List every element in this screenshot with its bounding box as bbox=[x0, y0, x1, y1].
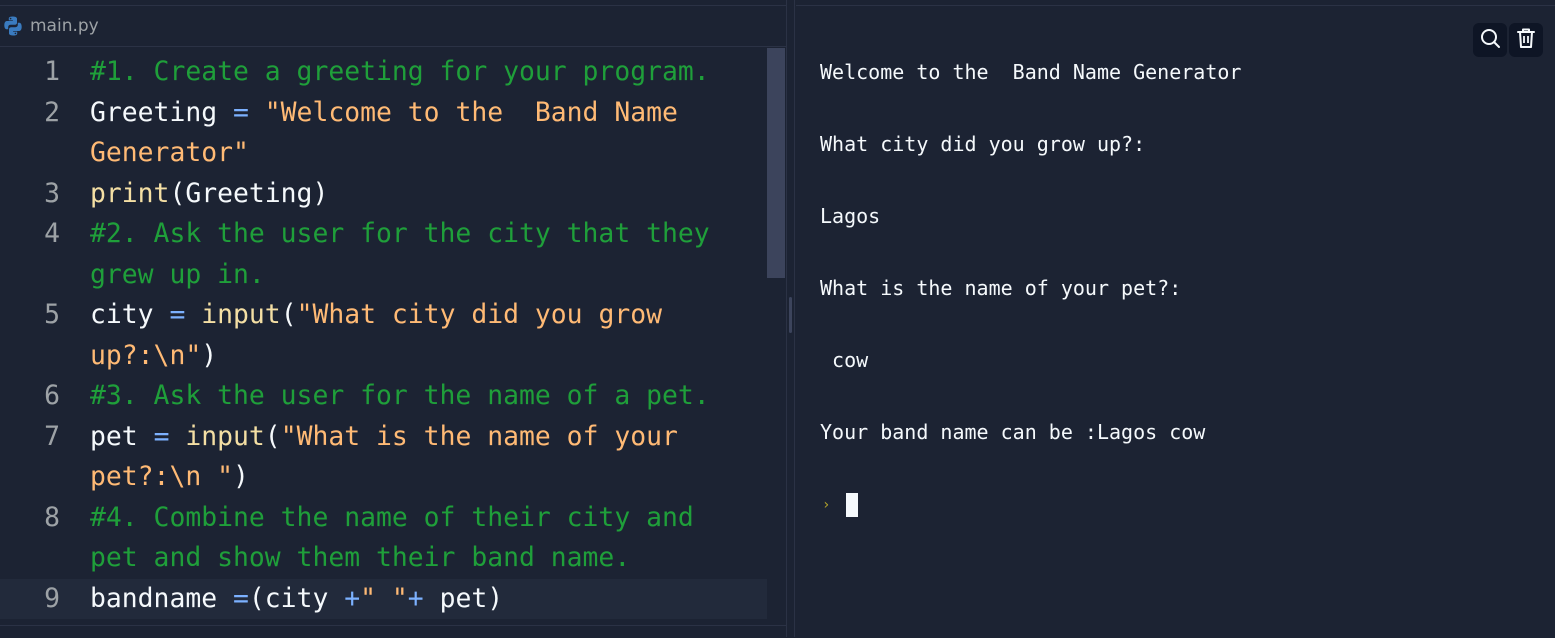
editor-vertical-scrollbar-thumb[interactable] bbox=[767, 48, 785, 278]
code-text[interactable]: #2. Ask the user for the city that they … bbox=[90, 214, 750, 295]
code-token: bandname bbox=[90, 582, 233, 614]
line-number: 3 bbox=[44, 177, 60, 209]
code-text[interactable]: bandname =(city +" "+ pet) bbox=[90, 579, 750, 620]
code-token: city bbox=[90, 299, 170, 330]
code-token: #2. Ask the user for the city that they … bbox=[90, 218, 726, 290]
code-line[interactable]: 8 #4. Combine the name of their city and … bbox=[0, 498, 767, 579]
code-text[interactable]: #1. Create a greeting for your program. bbox=[90, 52, 750, 93]
code-line[interactable]: 4 #2. Ask the user for the city that they… bbox=[0, 214, 767, 295]
code-token: = bbox=[169, 299, 186, 330]
code-text[interactable]: city = input("What city did you grow up?… bbox=[90, 295, 750, 376]
code-token: + bbox=[407, 582, 424, 614]
code-line[interactable]: 9 bandname =(city +" "+ pet) bbox=[0, 578, 767, 620]
code-token: = bbox=[233, 96, 249, 128]
search-icon bbox=[1479, 27, 1501, 53]
code-line[interactable]: 7 pet = input("What is the name of your p… bbox=[0, 417, 767, 498]
console-line: What city did you grow up?: bbox=[820, 132, 1146, 156]
code-editor-pane[interactable]: main.py 1 #1. Create a greeting for your … bbox=[0, 0, 786, 638]
console-line: Your band name can be :Lagos cow bbox=[820, 420, 1206, 444]
line-number: 9 bbox=[44, 582, 60, 614]
python-file-icon bbox=[2, 15, 24, 37]
code-token: = bbox=[233, 582, 249, 614]
code-token: ) bbox=[201, 339, 218, 371]
console-pane[interactable]: Welcome to the Band Name Generator What … bbox=[796, 0, 1555, 637]
editor-tab-bar: main.py bbox=[0, 6, 786, 47]
pane-resize-handle[interactable] bbox=[789, 297, 792, 333]
code-token: ) bbox=[233, 461, 249, 492]
code-token: Greeting bbox=[90, 96, 233, 128]
console-toolbar bbox=[1473, 23, 1543, 57]
console-search-button[interactable] bbox=[1473, 23, 1507, 57]
console-line: cow bbox=[820, 348, 869, 372]
code-line[interactable]: 1 #1. Create a greeting for your program. bbox=[0, 52, 767, 93]
console-prompt[interactable]: › bbox=[820, 492, 1460, 518]
code-token: pet bbox=[90, 420, 154, 452]
console-line: What is the name of your pet?: bbox=[820, 276, 1182, 300]
code-token: pet) bbox=[423, 582, 504, 614]
code-token: ( bbox=[264, 420, 281, 452]
console-clear-button[interactable] bbox=[1509, 23, 1543, 57]
code-text[interactable]: Greeting = "Welcome to the Band Name Gen… bbox=[90, 93, 750, 174]
code-token: #4. Combine the name of their city and p… bbox=[90, 501, 710, 574]
code-token: + bbox=[344, 582, 361, 614]
code-text[interactable]: #3. Ask the user for the name of a pet. bbox=[90, 376, 750, 417]
code-token: input bbox=[185, 420, 265, 452]
console-output: Welcome to the Band Name Generator What … bbox=[820, 12, 1460, 566]
line-number: 1 bbox=[44, 56, 60, 87]
code-token: print bbox=[90, 177, 170, 209]
code-token: input bbox=[201, 299, 281, 330]
code-text[interactable]: pet = input("What is the name of your pe… bbox=[90, 417, 750, 498]
code-token: " " bbox=[360, 582, 408, 614]
code-token: #1. Create a greeting for your program. bbox=[90, 56, 710, 87]
code-line[interactable]: 6 #3. Ask the user for the name of a pet. bbox=[0, 376, 767, 417]
code-token: #3. Ask the user for the name of a pet. bbox=[90, 380, 710, 411]
code-line[interactable]: 2 Greeting = "Welcome to the Band Name Ge… bbox=[0, 93, 767, 174]
code-token: = bbox=[153, 420, 170, 452]
tab-label: main.py bbox=[30, 16, 99, 36]
code-token: (Greeting) bbox=[169, 177, 329, 209]
line-number: 6 bbox=[44, 380, 60, 411]
code-token: (city bbox=[248, 582, 345, 614]
line-number: 8 bbox=[44, 501, 60, 533]
line-number: 4 bbox=[44, 218, 60, 249]
code-text[interactable]: #4. Combine the name of their city and p… bbox=[90, 498, 750, 579]
code-text[interactable]: print(Greeting) bbox=[90, 174, 750, 215]
line-number: 5 bbox=[44, 299, 60, 330]
code-area[interactable]: 1 #1. Create a greeting for your program.… bbox=[0, 52, 767, 637]
text-cursor bbox=[846, 493, 858, 517]
code-line[interactable]: 3 print(Greeting) bbox=[0, 174, 767, 215]
editor-horizontal-scrollbar[interactable] bbox=[0, 625, 786, 638]
code-token: ( bbox=[280, 299, 297, 330]
console-line: Welcome to the Band Name Generator bbox=[820, 60, 1242, 84]
console-line: Lagos bbox=[820, 204, 881, 228]
trash-icon bbox=[1516, 27, 1536, 53]
line-number: 7 bbox=[44, 420, 60, 452]
code-line[interactable]: 5 city = input("What city did you grow up… bbox=[0, 295, 767, 376]
line-number: 2 bbox=[44, 96, 60, 128]
prompt-arrow-icon: › bbox=[822, 497, 831, 513]
console-top-border bbox=[796, 5, 1555, 6]
tab-main-py[interactable]: main.py bbox=[0, 6, 99, 46]
